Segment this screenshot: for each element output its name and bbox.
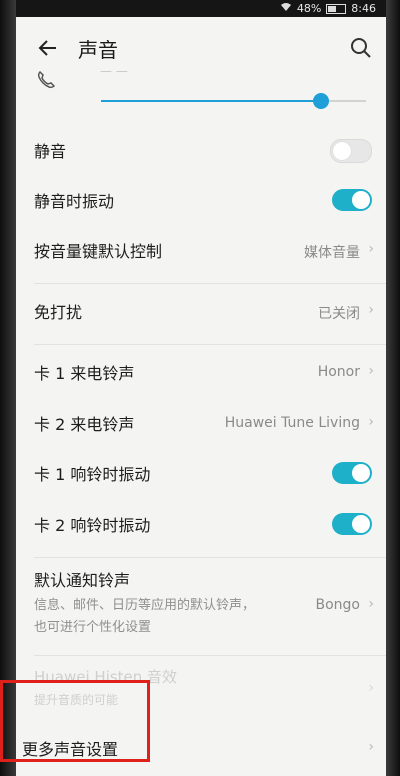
chevron-right-icon: › xyxy=(368,596,374,612)
row-volume-key[interactable]: 按音量键默认控制 媒体音量 › xyxy=(16,234,386,268)
silent-label: 静音 xyxy=(34,142,67,161)
toggle-knob xyxy=(352,191,370,209)
silent-toggle[interactable] xyxy=(330,139,372,163)
battery-text: 48% xyxy=(296,2,322,15)
row-sim1-ringtone[interactable]: 卡 1 来电铃声 Honor › xyxy=(16,356,386,390)
battery-icon xyxy=(326,3,347,14)
annotation-highlight-box xyxy=(0,680,150,762)
chevron-right-icon: › xyxy=(368,241,374,257)
row-silent[interactable]: 静音 xyxy=(16,134,386,168)
chevron-right-icon: › xyxy=(368,363,374,379)
notification-value: Bongo xyxy=(315,597,361,613)
sim1-ringtone-label: 卡 1 来电铃声 xyxy=(34,364,135,383)
vibrate-silent-toggle[interactable] xyxy=(332,189,372,211)
header: 声音 xyxy=(16,17,386,81)
chevron-right-icon: › xyxy=(368,414,374,430)
toggle-knob xyxy=(352,464,370,482)
notification-desc-line1: 信息、邮件、日历等应用的默认铃声， xyxy=(34,598,256,613)
slider-fill xyxy=(101,100,321,102)
sim1-vibrate-label: 卡 1 响铃时振动 xyxy=(34,465,151,484)
chevron-right-icon: › xyxy=(368,739,374,755)
sim2-ringtone-value: Huawei Tune Living xyxy=(224,415,360,431)
clock: 8:46 xyxy=(351,2,376,15)
row-sim1-vibrate[interactable]: 卡 1 响铃时振动 xyxy=(16,457,386,491)
sim1-vibrate-toggle[interactable] xyxy=(332,462,372,484)
row-vibrate-silent[interactable]: 静音时振动 xyxy=(16,184,386,218)
dnd-label: 免打扰 xyxy=(34,303,83,322)
ringtone-volume-slider[interactable] xyxy=(101,93,366,109)
row-notification-tone[interactable]: 默认通知铃声 信息、邮件、日历等应用的默认铃声， 也可进行个性化设置 Bongo… xyxy=(16,565,386,641)
sim2-vibrate-toggle[interactable] xyxy=(332,513,372,535)
back-arrow-icon[interactable] xyxy=(36,36,60,60)
phone-frame: 48% 8:46 声音 — — 静音 静音时振动 按音量键默认控制 媒体音量 ›… xyxy=(0,0,400,776)
chevron-right-icon: › xyxy=(368,302,374,318)
left-bezel xyxy=(0,0,16,776)
volume-label: — — xyxy=(100,64,128,78)
page-title: 声音 xyxy=(78,38,118,62)
toggle-knob xyxy=(352,515,370,533)
sim1-ringtone-value: Honor xyxy=(317,364,360,380)
row-sim2-vibrate[interactable]: 卡 2 响铃时振动 xyxy=(16,508,386,542)
toggle-knob xyxy=(333,142,351,160)
sound-settings-screen: 声音 — — 静音 静音时振动 按音量键默认控制 媒体音量 › 免打扰 已关闭 … xyxy=(16,17,386,776)
wifi-icon xyxy=(280,2,292,15)
sim2-ringtone-label: 卡 2 来电铃声 xyxy=(34,415,135,434)
volume-key-value: 媒体音量 xyxy=(304,245,360,261)
volume-key-label: 按音量键默认控制 xyxy=(34,242,163,261)
row-sim2-ringtone[interactable]: 卡 2 来电铃声 Huawei Tune Living › xyxy=(16,407,386,441)
phone-icon xyxy=(37,70,56,89)
section-divider xyxy=(34,557,386,558)
sim2-vibrate-label: 卡 2 响铃时振动 xyxy=(34,516,151,535)
section-divider xyxy=(34,283,386,284)
status-right: 48% 8:46 xyxy=(280,2,376,15)
row-dnd[interactable]: 免打扰 已关闭 › xyxy=(16,295,386,329)
section-divider xyxy=(34,655,386,656)
search-icon[interactable] xyxy=(350,37,372,59)
section-divider xyxy=(34,344,386,345)
vibrate-silent-label: 静音时振动 xyxy=(34,192,115,211)
notification-desc-line2: 也可进行个性化设置 xyxy=(34,620,152,635)
status-bar: 48% 8:46 xyxy=(16,0,386,17)
chevron-right-icon: › xyxy=(368,680,374,696)
slider-thumb[interactable] xyxy=(312,93,329,109)
right-bezel xyxy=(386,0,400,776)
notification-label: 默认通知铃声 xyxy=(34,571,131,590)
dnd-value: 已关闭 xyxy=(318,306,360,322)
